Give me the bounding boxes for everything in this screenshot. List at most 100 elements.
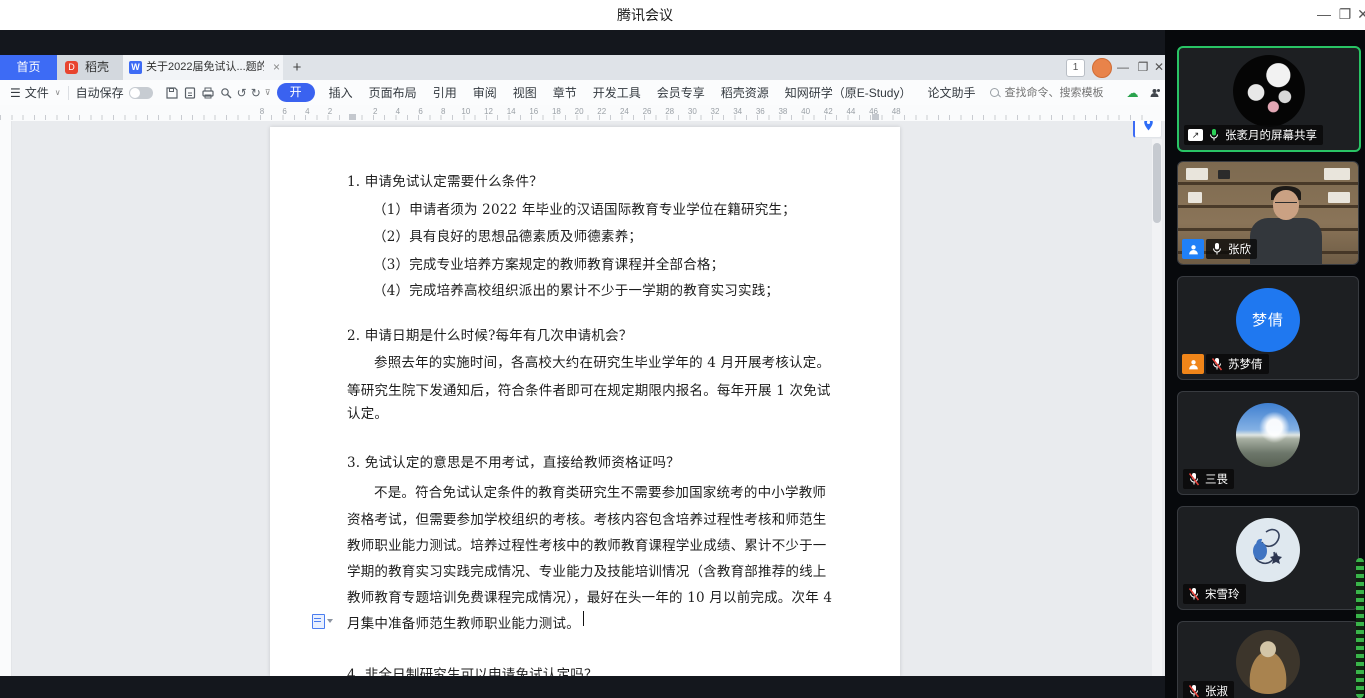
cloud-sync-icon[interactable]: ☁ bbox=[1127, 86, 1139, 100]
wps-window: 首页 D 稻壳 W 关于2022届免试认...题的解答2022.3 × + 1 … bbox=[0, 55, 1277, 698]
command-search[interactable] bbox=[989, 85, 1127, 100]
right-indent-marker[interactable] bbox=[872, 114, 879, 120]
avatar bbox=[1236, 630, 1300, 695]
left-indent-marker[interactable] bbox=[349, 114, 356, 120]
document-tab-title: 关于2022届免试认...题的解答2022.3 bbox=[146, 61, 264, 73]
menu-view[interactable]: 视图 bbox=[505, 84, 545, 101]
participants-panel: ↗ 张袤月的屏幕共享 张欣 梦倩 苏梦倩 三畏 宋雪玲 张淑 bbox=[1165, 30, 1365, 698]
doc-line: 2. 申请日期是什么时候?每年有几次申请机会？ bbox=[347, 328, 633, 344]
participant-tile[interactable]: 张欣 bbox=[1177, 161, 1359, 265]
doc-line: 教师职业能力测试。培养过程性考核中的教师教育课程学业成绩、累计不少于一 bbox=[347, 538, 827, 554]
person-icon bbox=[1188, 359, 1198, 369]
participant-name: 三畏 bbox=[1205, 474, 1228, 486]
participant-label: 张淑 bbox=[1183, 681, 1234, 698]
participant-tile-sharer[interactable]: ↗ 张袤月的屏幕共享 bbox=[1177, 46, 1361, 152]
line-art-avatar bbox=[1253, 528, 1282, 564]
participant-name: 苏梦倩 bbox=[1228, 359, 1263, 371]
save-icon[interactable] bbox=[165, 84, 179, 101]
tab-close-icon[interactable]: × bbox=[273, 55, 280, 80]
menu-cnki[interactable]: 知网研学（原E-Study） bbox=[777, 84, 920, 101]
wps-toolbar: ☰ 文件 ∨ 自动保存 ↺ ↻ ⊽ 开 插入 页面布局 引用 审阅 视图 章节 … bbox=[0, 80, 1277, 118]
menu-insert[interactable]: 插入 bbox=[321, 84, 361, 101]
docer-logo-icon: D bbox=[65, 61, 78, 74]
mic-on-icon bbox=[1207, 128, 1221, 143]
document-canvas: 1. 申请免试认定需要什么条件？ （1）申请者须为 2022 年毕业的汉语国际教… bbox=[0, 121, 1165, 676]
export-pdf-icon[interactable] bbox=[183, 84, 197, 101]
comment-caret-icon[interactable] bbox=[327, 619, 333, 623]
mic-muted-icon bbox=[1187, 472, 1201, 487]
doc-line: 不是。符合免试认定条件的教育类研究生不需要参加国家统考的中小学教师 bbox=[374, 485, 827, 501]
participant-label: 三畏 bbox=[1183, 469, 1234, 489]
participant-video bbox=[1178, 162, 1358, 264]
autosave-toggle[interactable] bbox=[128, 86, 153, 99]
location-pin-icon bbox=[1143, 121, 1153, 131]
doc-scrollbar-thumb[interactable] bbox=[1153, 143, 1161, 223]
tab-document[interactable]: W 关于2022届免试认...题的解答2022.3 × bbox=[123, 55, 283, 80]
app-root: 腾讯会议 — ❐ ✕ 首页 D 稻壳 W 关于2022届免试认...题的解答20… bbox=[0, 0, 1365, 698]
text-cursor bbox=[583, 611, 584, 626]
avatar bbox=[1236, 402, 1300, 467]
participant-label: 张欣 bbox=[1206, 239, 1257, 259]
tab-docer[interactable]: D 稻壳 bbox=[57, 55, 123, 80]
mic-on-icon bbox=[1210, 242, 1224, 257]
participants-scrollbar[interactable] bbox=[1356, 558, 1364, 698]
avatar bbox=[1236, 517, 1300, 582]
tab-start[interactable]: 开始 bbox=[276, 83, 315, 118]
avatar: 梦倩 bbox=[1236, 287, 1300, 352]
people-icon bbox=[1150, 88, 1160, 97]
file-menu[interactable]: ☰ 文件 ∨ bbox=[10, 84, 61, 101]
menu-dev-tools[interactable]: 开发工具 bbox=[585, 84, 649, 101]
vertical-ruler bbox=[0, 121, 12, 676]
mic-muted-icon bbox=[1187, 684, 1201, 698]
new-tab-button[interactable]: + bbox=[287, 55, 307, 80]
participant-tile[interactable]: 张淑 bbox=[1177, 621, 1359, 698]
participant-name: 张袤月的屏幕共享 bbox=[1225, 130, 1317, 142]
menu-docer-resources[interactable]: 稻壳资源 bbox=[713, 84, 777, 101]
wps-minimize-button[interactable]: — bbox=[1114, 55, 1132, 80]
doc-line: （1）申请者须为 2022 年毕业的汉语国际教育专业学位在籍研究生； bbox=[373, 202, 796, 218]
doc-line: 1. 申请免试认定需要什么条件？ bbox=[347, 174, 543, 190]
wps-account-avatar[interactable] bbox=[1092, 58, 1112, 78]
search-input[interactable] bbox=[1002, 85, 1127, 100]
meeting-minimize-button[interactable]: — bbox=[1313, 0, 1335, 30]
menu-review[interactable]: 审阅 bbox=[465, 84, 505, 101]
redo-icon[interactable]: ↻ bbox=[251, 84, 261, 101]
meeting-close-button[interactable]: ✕ bbox=[1352, 0, 1365, 30]
wps-tab-bar: 首页 D 稻壳 W 关于2022届免试认...题的解答2022.3 × + 1 … bbox=[0, 55, 1165, 80]
doc-line: 等研究生院下发通知后，符合条件者即可在规定期限内报名。每年开展 1 次免试 bbox=[347, 383, 831, 399]
menu-paper-assistant[interactable]: 论文助手 bbox=[919, 84, 983, 101]
participant-tile[interactable]: 梦倩 苏梦倩 bbox=[1177, 276, 1359, 380]
location-pin-box[interactable] bbox=[1133, 121, 1162, 138]
menu-member[interactable]: 会员专享 bbox=[649, 84, 713, 101]
undo-icon[interactable]: ↺ bbox=[237, 84, 247, 101]
meeting-titlebar: 腾讯会议 — ❐ ✕ bbox=[0, 0, 1365, 31]
search-icon bbox=[989, 88, 999, 97]
participant-tile[interactable]: 宋雪玲 bbox=[1177, 506, 1359, 610]
menu-references[interactable]: 引用 bbox=[425, 84, 465, 101]
horizontal-ruler[interactable]: 8 6 4 2 2 4 6 8 10 12 14 16 18 20 22 24 26 28 30 32 34 36 38 40… bbox=[0, 105, 1165, 122]
doc-line: （4）完成培养高校组织派出的累计不少于一学期的教育实习实践； bbox=[373, 283, 780, 299]
doc-line: 月集中准备师范生教师职业能力测试。 bbox=[347, 616, 580, 632]
participant-name: 张淑 bbox=[1205, 686, 1228, 698]
print-preview-icon[interactable] bbox=[219, 84, 233, 101]
window-count-badge[interactable]: 1 bbox=[1066, 59, 1085, 77]
meeting-title: 腾讯会议 bbox=[617, 7, 673, 23]
hamburger-icon: ☰ bbox=[10, 85, 21, 100]
doc-line: 教师教育专题培训免费课程完成情况），最好在头一年的 10 月以前完成。次年 4 bbox=[347, 590, 833, 606]
participant-label: 宋雪玲 bbox=[1183, 584, 1246, 604]
document-page[interactable]: 1. 申请免试认定需要什么条件？ （1）申请者须为 2022 年毕业的汉语国际教… bbox=[270, 127, 900, 676]
doc-line: （3）完成专业培养方案规定的教师教育课程并全部合格； bbox=[373, 257, 725, 273]
person-icon bbox=[1188, 244, 1198, 254]
doc-line: （2）具有良好的思想品德素质及师德素养； bbox=[373, 229, 643, 245]
menu-page-layout[interactable]: 页面布局 bbox=[361, 84, 425, 101]
doc-line: 资格考试，但需要参加学校组织的考核。考核内容包含培养过程性考核和师范生 bbox=[347, 512, 827, 528]
toolbar-more-icon[interactable]: ⊽ bbox=[265, 88, 271, 97]
comment-icon[interactable] bbox=[312, 614, 325, 629]
participant-tile[interactable]: 三畏 bbox=[1177, 391, 1359, 495]
print-icon[interactable] bbox=[201, 84, 215, 101]
autosave-control[interactable]: 自动保存 bbox=[76, 84, 153, 101]
tab-home[interactable]: 首页 bbox=[0, 55, 57, 80]
doc-line: 参照去年的实施时间，各高校大约在研究生毕业学年的 4 月开展考核认定。 bbox=[374, 355, 831, 371]
cohost-badge bbox=[1182, 354, 1204, 374]
menu-section[interactable]: 章节 bbox=[545, 84, 585, 101]
